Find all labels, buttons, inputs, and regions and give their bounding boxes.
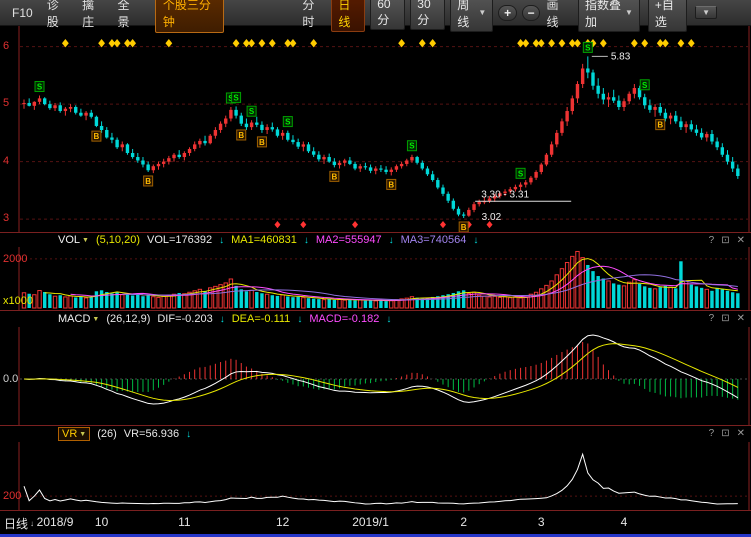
down-arrow-icon: ↓ — [473, 235, 478, 246]
macd-indicator-selector[interactable]: MACD ▼ — [58, 313, 99, 325]
chevron-down-icon: ▼ — [79, 431, 86, 438]
tab-f10[interactable]: F10 — [6, 4, 39, 22]
more-dropdown-button[interactable]: ▼ — [695, 6, 717, 19]
price-axis-label: 5 — [3, 97, 9, 109]
price-axis-label: 3 — [3, 212, 9, 224]
down-arrow-icon: ↓ — [220, 314, 225, 325]
svg-text:B: B — [331, 172, 337, 181]
macd-window-buttons: ? ⊡ ✕ — [709, 313, 745, 324]
vol-ma2-value: MA2=555947 — [316, 234, 382, 246]
vol-ma1-value: MA1=460831 — [231, 234, 297, 246]
candlestick-chart[interactable]: SSSSSSSSSBBBBBBBB5.833.30 - 3.313.02 — [0, 26, 751, 232]
vol-indicator-selector[interactable]: VOL ▼ — [58, 234, 89, 246]
vr-chart[interactable] — [0, 442, 751, 510]
close-icon[interactable]: ✕ — [737, 313, 745, 324]
volume-panel: VOL ▼ (5,10,20) VOL=176392 ↓ MA1=460831 … — [0, 232, 751, 310]
zoom-out-button[interactable]: − — [522, 5, 541, 21]
price-axis-label: 6 — [3, 40, 9, 52]
macd-dea-value: DEA=-0.111 — [232, 313, 291, 325]
vr-indicator-name: VR — [62, 428, 77, 440]
time-tick-label: 3 — [538, 515, 545, 529]
help-icon[interactable]: ? — [709, 313, 715, 324]
zoom-in-button[interactable]: + — [498, 5, 517, 21]
down-arrow-icon: ↓ — [386, 314, 391, 325]
macd-value: MACD=-0.182 — [309, 313, 379, 325]
time-tick-label: 10 — [95, 515, 108, 529]
svg-text:5.83: 5.83 — [611, 51, 631, 62]
vol-value: VOL=176392 — [147, 234, 212, 246]
macd-panel-header: MACD ▼ (26,12,9) DIF=-0.203 ↓ DEA=-0.111… — [0, 311, 751, 327]
volume-axis-label: 2000 — [3, 253, 27, 265]
macd-params: (26,12,9) — [106, 313, 150, 325]
close-icon[interactable]: ✕ — [737, 235, 745, 246]
vol-window-buttons: ? ⊡ ✕ — [709, 235, 745, 246]
period-selector[interactable]: 日线 ↓ — [4, 515, 34, 532]
svg-text:B: B — [388, 180, 394, 189]
volume-panel-header: VOL ▼ (5,10,20) VOL=176392 ↓ MA1=460831 … — [0, 233, 751, 247]
svg-text:S: S — [518, 169, 524, 178]
svg-text:3.30 - 3.31: 3.30 - 3.31 — [481, 189, 529, 200]
svg-text:3.02: 3.02 — [482, 212, 502, 223]
macd-panel: MACD ▼ (26,12,9) DIF=-0.203 ↓ DEA=-0.111… — [0, 310, 751, 425]
svg-text:B: B — [259, 138, 265, 147]
chevron-down-icon: ↓ — [30, 519, 34, 528]
svg-text:B: B — [145, 177, 151, 186]
macd-indicator-name: MACD — [58, 313, 90, 325]
svg-text:B: B — [238, 131, 244, 140]
chevron-down-icon: ▼ — [702, 8, 710, 17]
chevron-down-icon: ▼ — [92, 316, 99, 323]
time-tick-label: 2 — [460, 515, 467, 529]
time-tick-label: 2019/1 — [352, 515, 389, 529]
volume-chart[interactable] — [0, 247, 751, 310]
top-toolbar: F10 诊股 擒庄 全景 个股三分钟 分时 日线 60分 30分 周线 ▼ + … — [0, 0, 751, 26]
svg-text:S: S — [37, 83, 43, 92]
down-arrow-icon: ↓ — [186, 429, 191, 440]
chevron-down-icon: ▼ — [625, 8, 633, 17]
macd-zero-label: 0.0 — [3, 373, 18, 385]
svg-text:S: S — [249, 107, 255, 116]
svg-text:S: S — [233, 93, 239, 102]
price-axis-label: 4 — [3, 155, 9, 167]
vr-panel-header: VR ▼ (26) VR=56.936 ↓ — [0, 426, 751, 442]
svg-text:B: B — [94, 132, 100, 141]
vr-indicator-selector[interactable]: VR ▼ — [58, 427, 90, 441]
time-tick-label: 4 — [621, 515, 628, 529]
stock-chart-window: F10 诊股 擒庄 全景 个股三分钟 分时 日线 60分 30分 周线 ▼ + … — [0, 0, 751, 537]
svg-text:S: S — [585, 43, 591, 52]
vol-params: (5,10,20) — [96, 234, 140, 246]
chevron-down-icon: ▼ — [478, 8, 486, 17]
vr-window-buttons: ? ⊡ ✕ — [709, 428, 745, 439]
vr-panel: VR ▼ (26) VR=56.936 ↓ ? ⊡ ✕ 200 — [0, 425, 751, 510]
help-icon[interactable]: ? — [709, 428, 715, 439]
period-selector-label: 日线 — [4, 515, 28, 532]
chevron-down-icon: ▼ — [82, 237, 89, 244]
svg-text:S: S — [285, 118, 291, 127]
down-arrow-icon: ↓ — [297, 314, 302, 325]
down-arrow-icon: ↓ — [389, 235, 394, 246]
time-tick-label: 11 — [178, 515, 190, 529]
maximize-icon[interactable]: ⊡ — [721, 428, 729, 439]
maximize-icon[interactable]: ⊡ — [721, 235, 729, 246]
macd-dif-value: DIF=-0.203 — [157, 313, 212, 325]
down-arrow-icon: ↓ — [304, 235, 309, 246]
time-tick-label: 2018/9 — [37, 515, 74, 529]
maximize-icon[interactable]: ⊡ — [721, 313, 729, 324]
vr-axis-label: 200 — [3, 490, 21, 502]
svg-text:B: B — [657, 121, 663, 130]
svg-text:S: S — [409, 142, 415, 151]
vol-indicator-name: VOL — [58, 234, 80, 246]
macd-chart[interactable] — [0, 327, 751, 425]
down-arrow-icon: ↓ — [219, 235, 224, 246]
vol-ma3-value: MA3=740564 — [401, 234, 467, 246]
time-axis: 日线 ↓ 2018/9 10 11 12 2019/1 2 3 4 — [0, 510, 751, 537]
time-tick-label: 12 — [276, 515, 289, 529]
candlestick-panel: SSSSSSSSSBBBBBBBB5.833.30 - 3.313.02 654… — [0, 26, 751, 232]
close-icon[interactable]: ✕ — [737, 428, 745, 439]
svg-text:B: B — [461, 223, 467, 232]
volume-unit-label: x1000 — [3, 295, 33, 307]
vr-params: (26) — [97, 428, 117, 440]
svg-text:S: S — [642, 81, 648, 90]
vr-value: VR=56.936 — [124, 428, 179, 440]
help-icon[interactable]: ? — [709, 235, 715, 246]
